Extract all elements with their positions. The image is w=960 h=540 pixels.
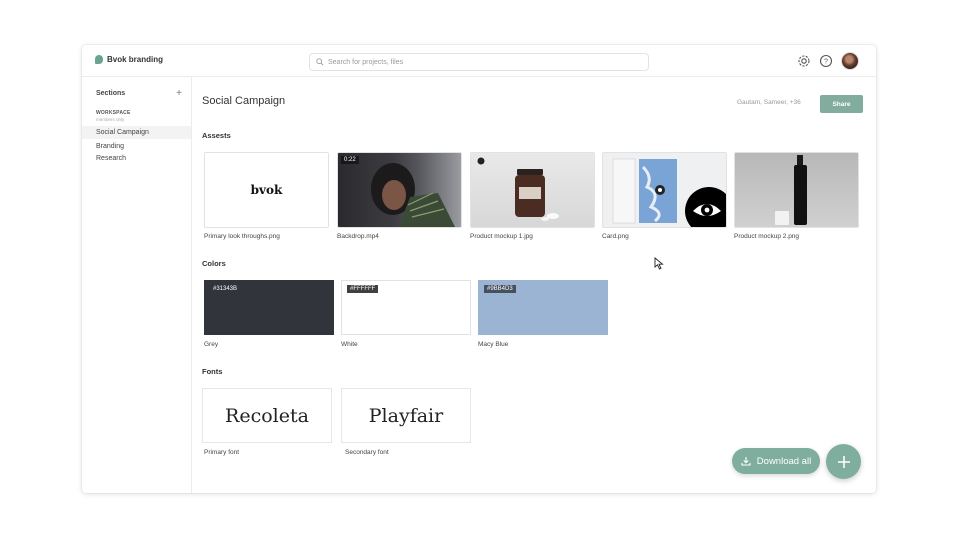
bvok-logo-text: bvok (250, 183, 283, 197)
asset-card[interactable]: bvok Primary look throughs.png (204, 152, 330, 240)
asset-card[interactable]: Product mockup 1.jpg (470, 152, 596, 240)
fonts-heading: Fonts (202, 367, 223, 376)
share-button[interactable]: Share (820, 95, 863, 113)
brand-name: Bvok branding (107, 55, 164, 64)
download-all-label: Download all (756, 455, 812, 467)
help-icon[interactable]: ? (819, 54, 833, 68)
font-preview: Recoleta (202, 388, 332, 443)
search-input[interactable]: Search for projects, files (309, 53, 649, 71)
color-hex: #9BB4D3 (484, 285, 516, 293)
color-swatch: #FFFFFF (341, 280, 471, 335)
avatar[interactable] (841, 52, 859, 70)
page-title: Social Campaign (202, 95, 286, 107)
workspace-label: WORKSPACE (96, 110, 131, 116)
cursor-icon (654, 257, 664, 270)
app-window: Bvok branding Search for projects, files… (82, 45, 876, 493)
color-swatch: #9BB4D3 (478, 280, 608, 335)
assets-heading: Assests (202, 131, 231, 140)
color-hex: #FFFFFF (347, 285, 379, 293)
add-section-plus-icon[interactable]: + (176, 88, 182, 99)
sidebar: Sections + WORKSPACE members only Social… (82, 77, 192, 493)
font-card[interactable]: Playfair Secondary font (341, 388, 471, 456)
workspace-sublabel: members only (96, 117, 125, 122)
asset-thumbnail (470, 152, 595, 228)
color-name: Macy Blue (478, 341, 509, 348)
video-duration: 0:22 (341, 156, 359, 164)
portrait-video-image (371, 163, 455, 227)
asset-thumbnail (734, 152, 859, 228)
sidebar-item-research[interactable]: Research (82, 152, 191, 165)
font-card[interactable]: Recoleta Primary font (202, 388, 332, 456)
color-name: Grey (204, 341, 219, 348)
add-button[interactable] (826, 444, 861, 479)
asset-card[interactable]: 0:22 Backdrop.mp4 (337, 152, 463, 240)
font-name: Primary font (204, 449, 240, 456)
asset-name: Primary look throughs.png (204, 233, 280, 240)
font-name: Secondary font (345, 449, 389, 456)
color-card[interactable]: #FFFFFF White (341, 280, 471, 348)
gear-icon[interactable] (797, 54, 811, 68)
product-bottle-image (775, 155, 807, 225)
font-preview: Playfair (341, 388, 471, 443)
asset-name: Card.png (602, 233, 629, 240)
search-icon (316, 58, 324, 66)
sidebar-item-social-campaign[interactable]: Social Campaign (82, 126, 191, 139)
sidebar-heading: Sections (96, 90, 126, 97)
asset-thumbnail: bvok (204, 152, 329, 228)
download-all-button[interactable]: Download all (732, 448, 820, 474)
asset-card[interactable]: Card.png (602, 152, 728, 240)
colors-heading: Colors (202, 259, 226, 268)
product-jar-image (477, 157, 559, 221)
main-content: Social Campaign Gautam, Sameer, +36 Shar… (192, 77, 876, 493)
color-name: White (341, 341, 358, 348)
asset-name: Backdrop.mp4 (337, 233, 379, 240)
color-card[interactable]: #9BB4D3 Macy Blue (478, 280, 608, 348)
collaborators[interactable]: Gautam, Sameer, +36 (737, 99, 801, 106)
color-swatch: #31343B (204, 280, 334, 335)
brand[interactable]: Bvok branding (95, 55, 163, 64)
asset-thumbnail: 0:22 (337, 152, 462, 228)
color-hex: #31343B (213, 286, 238, 292)
eye-icon[interactable] (685, 187, 727, 228)
asset-card[interactable]: Product mockup 2.png (734, 152, 860, 240)
top-bar: Bvok branding Search for projects, files… (82, 45, 876, 77)
asset-name: Product mockup 2.png (734, 233, 800, 240)
download-icon (741, 457, 751, 466)
color-card[interactable]: #31343B Grey (204, 280, 334, 348)
svg-text:?: ? (824, 59, 828, 66)
plus-icon (837, 455, 850, 468)
asset-name: Product mockup 1.jpg (470, 233, 533, 240)
search-placeholder: Search for projects, files (328, 58, 404, 66)
asset-thumbnail (602, 152, 727, 228)
brand-logo-icon (95, 55, 103, 64)
